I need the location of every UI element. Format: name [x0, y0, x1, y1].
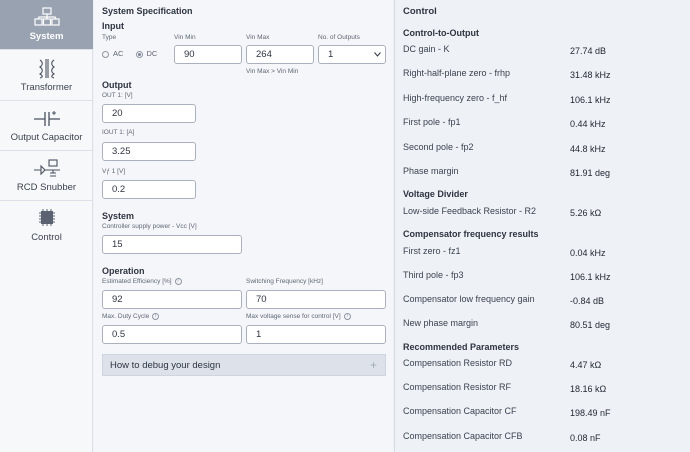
type-label: Type	[102, 34, 117, 41]
debug-accordion[interactable]: How to debug your design +	[102, 354, 386, 376]
duty-cycle-field[interactable]: 0.5	[102, 325, 242, 344]
result-value: 5.26 kΩ	[570, 208, 602, 218]
result-label: High-frequency zero - f_hf	[403, 93, 508, 103]
info-icon[interactable]: i	[343, 313, 351, 320]
sidebar-item-system[interactable]: System	[0, 0, 93, 50]
sidebar-item-output-capacitor[interactable]: Output Capacitor	[0, 101, 93, 151]
radio-dc[interactable]: DC	[135, 49, 157, 58]
outputs-select-value: 1	[328, 49, 334, 60]
vin-max-label: Vin Max	[246, 34, 270, 41]
result-label: Phase margin	[403, 166, 459, 176]
sidebar: System Transformer Output Capacitor RCD …	[0, 0, 93, 452]
outputs-select[interactable]: 1	[318, 45, 386, 64]
result-value: 80.51 deg	[570, 320, 611, 330]
transformer-icon	[38, 59, 55, 79]
vcc-label: Controller supply power - Vcc [V]	[102, 223, 197, 230]
plus-icon: +	[369, 358, 377, 372]
voltage-sense-label: Max voltage sense for control [V] i	[246, 313, 351, 320]
iout1-field[interactable]: 3.25	[102, 142, 196, 161]
input-title: Input	[102, 21, 124, 31]
result-label: Right-half-plane zero - frhp	[403, 68, 511, 78]
result-label: Compensation Capacitor CF	[403, 406, 517, 416]
result-value: 44.8 kHz	[570, 144, 606, 154]
result-value: 106.1 kHz	[570, 272, 611, 282]
control-results-panel: Control Control-to-Output DC gain - K 27…	[394, 0, 690, 452]
out1-field[interactable]: 20	[102, 104, 196, 123]
type-radio-group: AC DC	[102, 49, 157, 58]
result-value: 198.49 nF	[570, 408, 611, 418]
control-title: Control	[403, 6, 437, 17]
result-value: 4.47 kΩ	[570, 360, 602, 370]
result-value: 0.08 nF	[570, 433, 601, 443]
system-specification-panel: System Specification Input Type AC DC Vi…	[94, 0, 393, 452]
duty-cycle-label: Max. Duty Cycle i	[102, 313, 160, 320]
radio-ac[interactable]: AC	[102, 49, 123, 58]
result-label: Compensation Capacitor CFB	[403, 431, 523, 441]
chevron-down-icon	[374, 52, 381, 57]
recommended-title: Recommended Parameters	[403, 342, 520, 352]
efficiency-label: Estimated Efficiency [%] i	[102, 278, 182, 285]
result-value: 106.1 kHz	[570, 95, 611, 105]
sidebar-item-rcd-snubber[interactable]: RCD Snubber	[0, 151, 93, 201]
out1-label: OUT 1: [V]	[102, 92, 133, 99]
result-label: Low-side Feedback Resistor - R2	[403, 206, 537, 216]
result-value: 0.04 kHz	[570, 248, 606, 258]
result-value: 18.16 kΩ	[570, 384, 607, 394]
switching-frequency-field[interactable]: 70	[246, 290, 386, 309]
vin-min-field[interactable]: 90	[174, 45, 242, 64]
result-label: Second pole - fp2	[403, 142, 474, 152]
sidebar-item-label: Control	[31, 232, 62, 243]
sidebar-item-control[interactable]: Control	[0, 201, 93, 251]
vin-min-label: Vin Min	[174, 34, 196, 41]
result-label: Third pole - fp3	[403, 270, 464, 280]
result-value: 81.91 deg	[570, 168, 611, 178]
sidebar-item-label: Transformer	[20, 82, 73, 93]
system-icon	[33, 7, 60, 26]
debug-accordion-label: How to debug your design	[110, 360, 221, 371]
result-label: Compensation Resistor RF	[403, 382, 512, 392]
sidebar-item-label: System	[29, 31, 64, 42]
info-icon[interactable]: i	[174, 278, 182, 285]
system-title: System	[102, 211, 135, 221]
compensator-title: Compensator frequency results	[403, 229, 539, 239]
vcc-field[interactable]: 15	[102, 235, 242, 254]
vf1-field[interactable]: 0.2	[102, 180, 196, 199]
section-title: System Specification	[102, 6, 193, 16]
vf1-label: Vƒ 1 [V]	[102, 168, 126, 175]
switching-frequency-label: Switching Frequency [kHz]	[246, 278, 323, 285]
result-value: 31.48 kHz	[570, 70, 611, 80]
voltage-divider-title: Voltage Divider	[403, 189, 468, 199]
result-value: -0.84 dB	[570, 296, 605, 306]
result-label: First pole - fp1	[403, 117, 461, 127]
vin-hint: Vin Max > Vin Min	[246, 68, 299, 75]
info-icon[interactable]: i	[152, 313, 160, 320]
efficiency-field[interactable]: 92	[102, 290, 242, 309]
iout1-label: IOUT 1: [A]	[102, 129, 135, 136]
result-label: New phase margin	[403, 318, 479, 328]
chip-icon	[38, 209, 55, 226]
outputs-label: No. of Outputs	[318, 34, 360, 41]
result-label: Compensation Resistor RD	[403, 358, 513, 368]
result-label: First zero - fz1	[403, 246, 461, 256]
result-value: 27.74 dB	[570, 46, 607, 56]
result-label: Compensator low frequency gain	[403, 294, 535, 304]
control-to-output-title: Control-to-Output	[403, 28, 479, 38]
vin-max-field[interactable]: 264	[246, 45, 314, 64]
result-value: 0.44 kHz	[570, 119, 606, 129]
result-label: DC gain - K	[403, 44, 450, 54]
snubber-icon	[33, 159, 60, 177]
capacitor-icon	[33, 111, 60, 126]
sidebar-item-label: RCD Snubber	[16, 182, 77, 193]
operation-title: Operation	[102, 266, 145, 276]
output-title: Output	[102, 80, 132, 90]
sidebar-item-transformer[interactable]: Transformer	[0, 51, 93, 101]
voltage-sense-field[interactable]: 1	[246, 325, 386, 344]
sidebar-item-label: Output Capacitor	[10, 132, 83, 143]
